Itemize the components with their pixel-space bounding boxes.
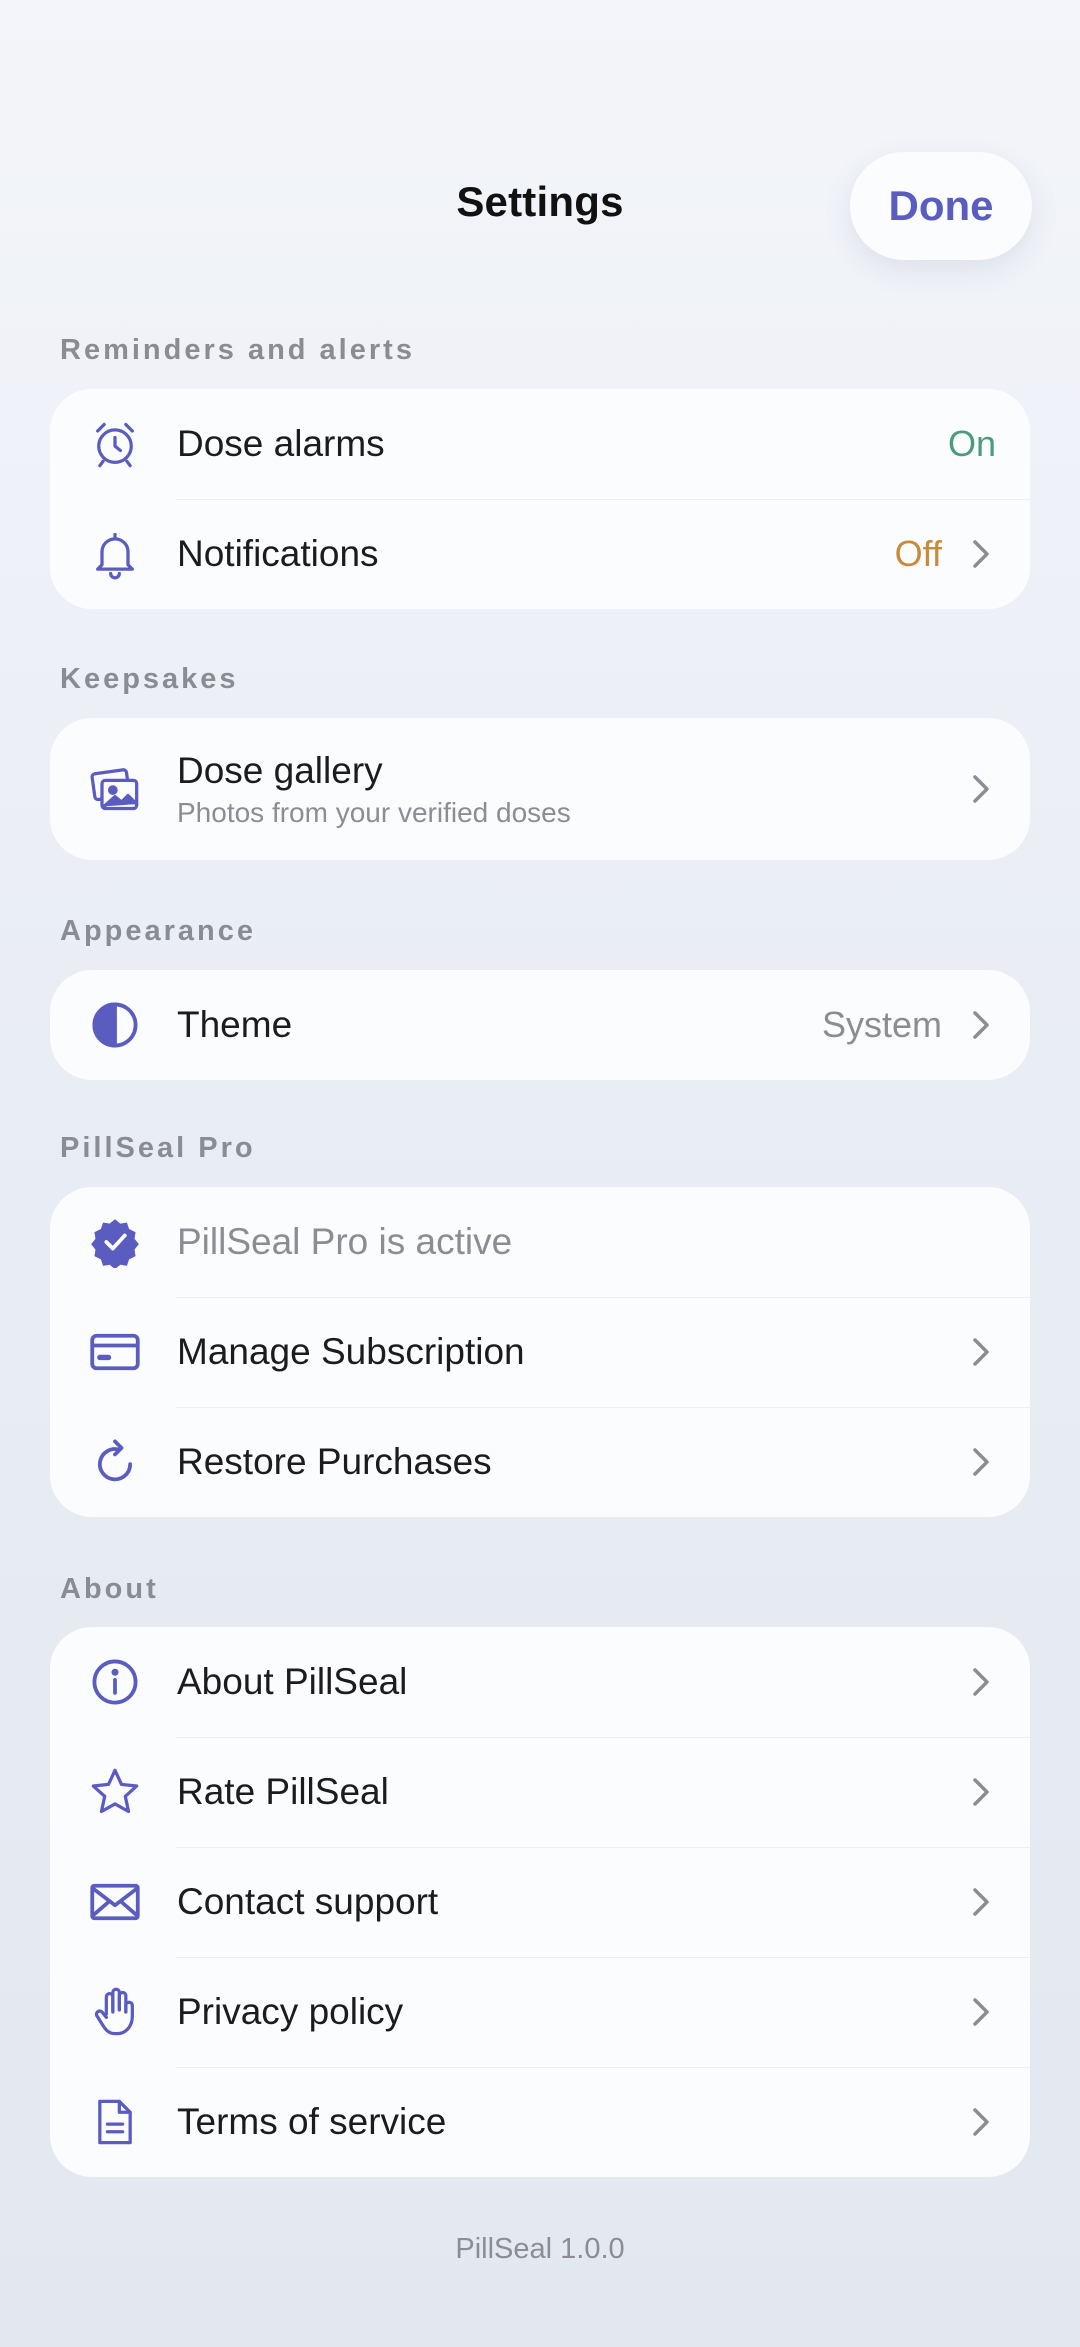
chevron-right-icon [966,1884,996,1920]
manage-subscription-label: Manage Subscription [177,1331,525,1372]
section-label-appearance: Appearance [60,915,257,947]
section-label-about: About [60,1573,159,1605]
restore-purchases-label: Restore Purchases [177,1441,492,1482]
section-label-keepsakes: Keepsakes [60,663,239,695]
chevron-right-icon [966,536,996,572]
keepsakes-card: Dose gallery Photos from your verified d… [50,718,1030,860]
alarm-clock-icon [88,417,142,471]
chevron-right-icon [966,1007,996,1043]
notifications-label: Notifications [177,533,379,574]
chevron-right-icon [966,1664,996,1700]
verified-badge-icon [88,1215,142,1269]
reminders-card: Dose alarms On Notifications Off [50,389,1030,609]
chevron-right-icon [966,1994,996,2030]
privacy-policy-row[interactable]: Privacy policy [50,1957,1030,2067]
pro-status-row: PillSeal Pro is active [50,1187,1030,1297]
dose-gallery-label: Dose gallery [177,750,383,791]
rate-pillseal-label: Rate PillSeal [177,1771,389,1812]
envelope-icon [88,1875,142,1929]
theme-row[interactable]: Theme System [50,970,1030,1080]
notifications-status: Off [894,533,942,574]
privacy-policy-label: Privacy policy [177,1991,404,2032]
chevron-right-icon [966,1444,996,1480]
chevron-right-icon [966,1334,996,1370]
contact-support-label: Contact support [177,1881,439,1922]
chevron-right-icon [966,771,996,807]
rate-pillseal-row[interactable]: Rate PillSeal [50,1737,1030,1847]
about-pillseal-row[interactable]: About PillSeal [50,1627,1030,1737]
half-circle-theme-icon [88,998,142,1052]
dose-gallery-sublabel: Photos from your verified doses [177,797,571,828]
terms-of-service-row[interactable]: Terms of service [50,2067,1030,2177]
dose-gallery-row[interactable]: Dose gallery Photos from your verified d… [50,718,1030,860]
theme-label: Theme [177,1004,293,1045]
restore-purchases-row[interactable]: Restore Purchases [50,1407,1030,1517]
document-icon [88,2095,142,2149]
bell-icon [88,527,142,581]
chevron-right-icon [966,1774,996,1810]
manage-subscription-row[interactable]: Manage Subscription [50,1297,1030,1407]
appearance-card: Theme System [50,970,1030,1080]
about-pillseal-label: About PillSeal [177,1661,408,1702]
terms-of-service-label: Terms of service [177,2101,447,2142]
photo-gallery-icon [88,762,142,816]
dose-alarms-row[interactable]: Dose alarms On [50,389,1030,499]
refresh-icon [88,1435,142,1489]
done-button[interactable]: Done [850,152,1032,260]
info-icon [88,1655,142,1709]
credit-card-icon [88,1325,142,1379]
hand-icon [88,1985,142,2039]
header: Settings Done [0,0,1080,260]
chevron-right-icon [966,2104,996,2140]
dose-alarms-status: On [947,423,996,464]
app-version: PillSeal 1.0.0 [455,2233,625,2265]
star-icon [88,1765,142,1819]
pro-status-label: PillSeal Pro is active [177,1221,513,1262]
pro-card: PillSeal Pro is active Manage Subscripti… [50,1187,1030,1517]
notifications-row[interactable]: Notifications Off [50,499,1030,609]
section-label-reminders: Reminders and alerts [60,334,415,366]
theme-value: System [821,1004,942,1045]
about-card: About PillSeal Rate PillSeal Contact sup… [50,1627,1030,2177]
contact-support-row[interactable]: Contact support [50,1847,1030,1957]
section-label-pro: PillSeal Pro [60,1132,256,1164]
dose-alarms-label: Dose alarms [177,423,385,464]
